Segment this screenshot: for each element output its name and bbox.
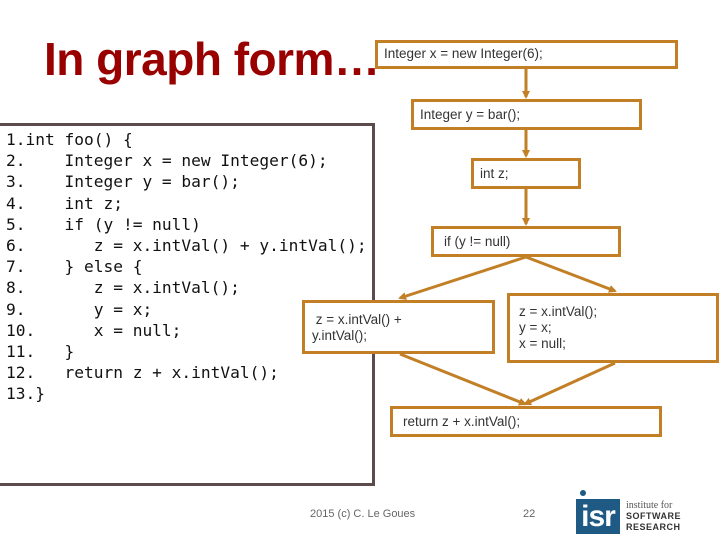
cfg-node-text: Integer y = bar();	[420, 107, 521, 122]
cfg-edge-n4-n5	[398, 255, 527, 300]
cfg-node-text: Integer x = new Integer(6);	[384, 46, 543, 61]
cfg-node-text: z = x.intVal();	[519, 304, 598, 319]
cfg-node-n7: return z + x.intVal();	[390, 406, 662, 437]
logo-line-3: RESEARCH	[626, 522, 681, 532]
footer-copyright: 2015 (c) C. Le Goues	[310, 508, 416, 520]
cfg-node-text: return z + x.intVal();	[403, 414, 521, 429]
cfg-node-n2: Integer y = bar();	[411, 99, 642, 130]
cfg-node-text: if (y != null)	[444, 234, 511, 249]
cfg-node-text: z = x.intVal() +	[312, 312, 402, 327]
logo-dot-icon	[580, 490, 586, 496]
cfg-node-text: int z;	[480, 166, 509, 181]
cfg-node-n1: Integer x = new Integer(6);	[375, 40, 678, 69]
cfg-edge-n6-n7	[523, 361, 616, 406]
cfg-edge-n4-n6	[525, 255, 617, 293]
logo-mark: isr	[576, 499, 620, 534]
logo-line-2: SOFTWARE	[626, 511, 681, 521]
logo-line-1: institute for	[626, 500, 673, 511]
cfg-node-n4: if (y != null)	[431, 226, 621, 257]
logo-text: institute for SOFTWARE RESEARCH	[626, 500, 681, 533]
isr-logo: isr institute for SOFTWARE RESEARCH	[576, 490, 706, 534]
cfg-node-n5: z = x.intVal() + y.intVal();	[302, 300, 495, 354]
cfg-node-text: y.intVal();	[312, 328, 368, 343]
cfg-edges	[398, 69, 617, 406]
cfg-node-n6: z = x.intVal(); y = x; x = null;	[507, 293, 719, 363]
cfg-node-n3: int z;	[471, 158, 581, 189]
cfg-node-text: x = null;	[519, 336, 566, 351]
cfg-node-text: y = x;	[519, 320, 552, 335]
footer-page-number: 22	[523, 508, 536, 520]
